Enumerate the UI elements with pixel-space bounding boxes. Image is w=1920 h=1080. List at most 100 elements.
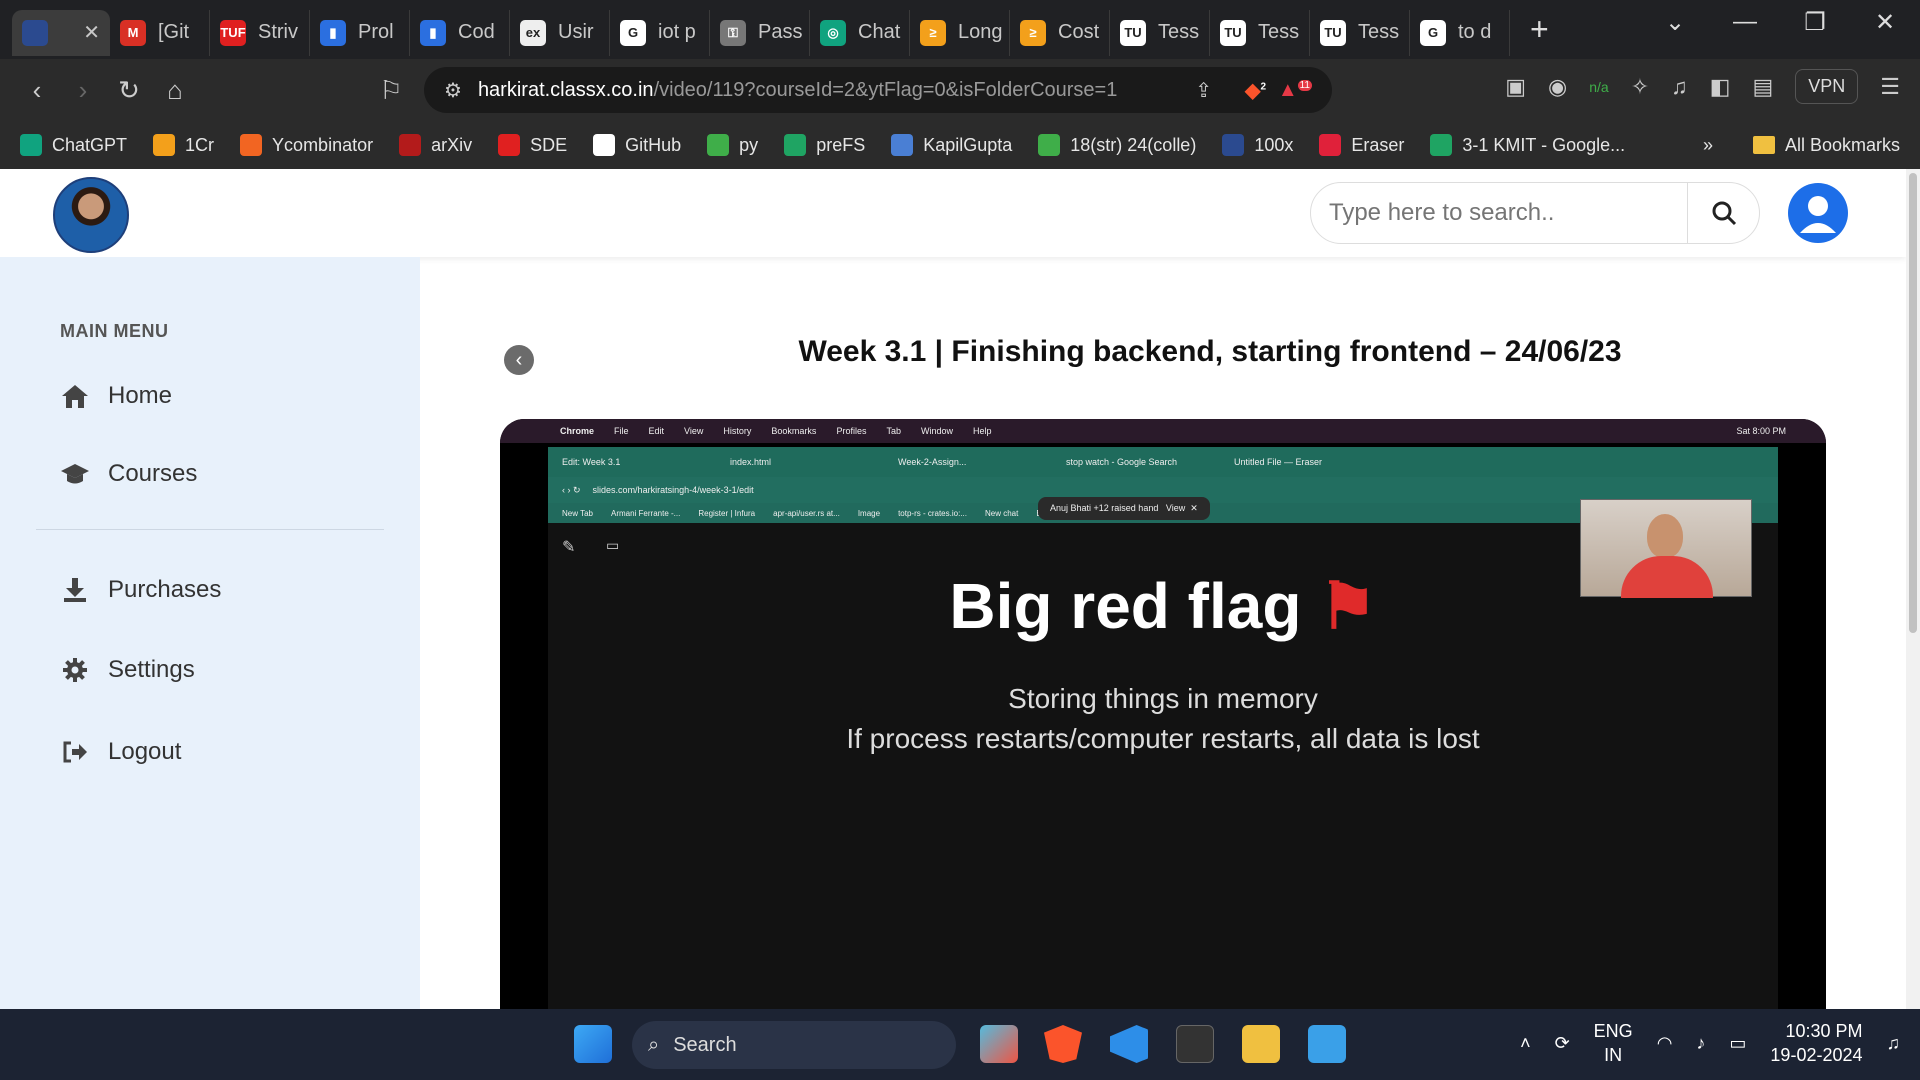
bookmark-item[interactable]: 1Cr — [153, 134, 214, 156]
show-hidden-icons-chevron[interactable]: ˄ — [1520, 1033, 1531, 1054]
more-bookmarks-chevron[interactable]: » — [1703, 135, 1713, 156]
bookmark-item[interactable]: preFS — [784, 134, 865, 156]
user-profile-icon[interactable] — [1788, 183, 1848, 243]
browser-tab[interactable]: ≥ Long — [910, 9, 1010, 56]
volume-icon[interactable]: ♪ — [1696, 1033, 1705, 1054]
browser-tab[interactable]: TU Tess — [1110, 9, 1210, 56]
extensions-icon[interactable]: ✧ — [1631, 74, 1649, 100]
recorded-bookmark: New chat — [984, 508, 1019, 518]
sidebar-item-courses[interactable]: Courses — [60, 459, 197, 489]
search-button[interactable] — [1687, 183, 1759, 243]
bookmark-favicon-icon — [707, 134, 730, 156]
close-window-button[interactable]: ✕ — [1850, 8, 1920, 37]
tab-favicon-icon — [22, 19, 48, 46]
browser-tab[interactable]: ✕ — [12, 9, 110, 56]
wallet-icon[interactable]: ▤ — [1752, 74, 1773, 100]
back-button[interactable]: ‹ — [14, 75, 60, 106]
battery-icon[interactable]: ▭ — [1729, 1033, 1746, 1054]
browser-tab[interactable]: ⚿ Pass — [710, 9, 810, 56]
bookmark-label: py — [739, 134, 759, 155]
wifi-icon[interactable]: ◠ — [1657, 1033, 1673, 1054]
bookmark-item[interactable]: 3-1 KMIT - Google... — [1430, 134, 1625, 156]
minimize-button[interactable]: — — [1710, 8, 1780, 36]
sidebar-toggle-icon[interactable]: ◧ — [1710, 74, 1731, 100]
tab-favicon-icon: ex — [520, 19, 546, 46]
forward-button[interactable]: › — [60, 75, 106, 106]
tab-search-chevron-icon[interactable]: ⌄ — [1640, 8, 1710, 37]
bookmark-page-icon[interactable]: ⚐ — [368, 75, 414, 106]
instructor-avatar[interactable] — [53, 177, 129, 253]
bookmark-item[interactable]: GitHub — [593, 134, 681, 156]
browser-tab[interactable]: Giot p — [610, 9, 710, 56]
bookmark-item[interactable]: Eraser — [1319, 134, 1404, 156]
bookmark-item[interactable]: SDE — [498, 134, 567, 156]
bookmark-favicon-icon — [498, 134, 521, 156]
search-input[interactable] — [1311, 199, 1681, 227]
browser-tab[interactable]: M [Git — [110, 9, 210, 56]
reload-button[interactable]: ↻ — [106, 75, 152, 106]
notepad-icon[interactable] — [1308, 1025, 1346, 1063]
bookmark-item[interactable]: py — [707, 134, 758, 156]
terminal-icon[interactable] — [1176, 1025, 1214, 1063]
vpn-button[interactable]: VPN — [1795, 69, 1859, 104]
bookmark-item[interactable]: Ycombinator — [240, 134, 373, 156]
home-icon — [60, 381, 90, 411]
extension-badge-icon[interactable]: n/a — [1589, 79, 1608, 95]
taskbar-search[interactable]: ⌕ Search — [632, 1021, 956, 1069]
bookmark-item[interactable]: arXiv — [399, 134, 472, 156]
picture-in-picture-icon[interactable]: ▣ — [1505, 74, 1526, 100]
power-icon[interactable]: ◉ — [1548, 74, 1567, 100]
tab-label: Pass — [758, 21, 803, 43]
back-arrow-button[interactable]: ‹ — [504, 345, 534, 375]
tab-label: Chat — [858, 21, 901, 43]
close-tab-icon[interactable]: ✕ — [83, 20, 100, 45]
bookmark-item[interactable]: ChatGPT — [20, 134, 127, 156]
language-indicator[interactable]: ENG IN — [1594, 1019, 1633, 1067]
menu-icon[interactable]: ☰ — [1880, 74, 1900, 100]
brave-browser-icon[interactable] — [1044, 1025, 1082, 1063]
toolbar-actions: ▣ ◉ n/a ✧ ♫ ◧ ▤ VPN ☰ — [1505, 69, 1900, 104]
vscode-icon[interactable] — [1110, 1025, 1148, 1063]
new-tab-button[interactable]: + — [1510, 11, 1569, 48]
share-icon[interactable]: ⇪ — [1195, 78, 1212, 103]
notification-bell-icon[interactable]: ♫ — [1887, 1033, 1901, 1054]
restore-button[interactable]: ❐ — [1780, 8, 1850, 37]
recorded-bookmark: Register | Infura — [698, 508, 756, 518]
sidebar-item-purchases[interactable]: Purchases — [60, 575, 221, 605]
browser-tab[interactable]: ▮ Prol — [310, 9, 410, 56]
address-bar[interactable]: ⚙ harkirat.classx.co.in/video/119?course… — [424, 67, 1332, 113]
url-path: /video/119?courseId=2&ytFlag=0&isFolderC… — [653, 78, 1118, 101]
bookmark-item[interactable]: KapilGupta — [891, 134, 1012, 156]
browser-tab[interactable]: TU Tess — [1310, 9, 1410, 56]
video-player[interactable]: Chrome File Edit View History Bookmarks Profil… — [500, 419, 1826, 1009]
media-icon[interactable]: ♫ — [1671, 74, 1688, 100]
sidebar-item-settings[interactable]: Settings — [60, 655, 195, 685]
all-bookmarks[interactable]: » All Bookmarks — [1703, 135, 1900, 156]
tab-label: Striv — [258, 21, 298, 43]
home-button[interactable]: ⌂ — [152, 75, 198, 106]
file-explorer-icon[interactable] — [1242, 1025, 1280, 1063]
browser-tab[interactable]: ≥ Cost — [1010, 9, 1110, 56]
sidebar: MAIN MENU Home Courses Purchases Setting… — [0, 257, 420, 1009]
site-info-icon[interactable]: ⚙ — [444, 78, 462, 103]
mac-menu-item: Edit — [648, 426, 665, 436]
browser-tab[interactable]: ▮ Cod — [410, 9, 510, 56]
copilot-icon[interactable] — [980, 1025, 1018, 1063]
sidebar-item-home[interactable]: Home — [60, 381, 172, 411]
windows-start-icon[interactable] — [574, 1025, 612, 1063]
sync-icon[interactable]: ⟳ — [1555, 1033, 1570, 1054]
sidebar-item-logout[interactable]: Logout — [60, 737, 181, 767]
tab-favicon-icon: ≥ — [920, 19, 946, 46]
tab-label: [Git — [158, 21, 190, 43]
browser-tab[interactable]: ◎ Chat — [810, 9, 910, 56]
browser-tab[interactable]: TU Tess — [1210, 9, 1310, 56]
bookmark-item[interactable]: 18(str) 24(colle) — [1038, 134, 1196, 156]
clock[interactable]: 10:30 PM 19-02-2024 — [1770, 1019, 1862, 1067]
page-scrollbar[interactable] — [1906, 169, 1920, 1009]
browser-tab[interactable]: TUF Striv — [210, 9, 310, 56]
brave-shields-icon[interactable]: ◆2 — [1245, 78, 1266, 103]
bookmark-item[interactable]: 100x — [1222, 134, 1293, 156]
brave-rewards-icon[interactable]: ▲ 11 — [1278, 79, 1312, 102]
browser-tab[interactable]: ex Usir — [510, 9, 610, 56]
browser-tab[interactable]: Gto d — [1410, 9, 1510, 56]
